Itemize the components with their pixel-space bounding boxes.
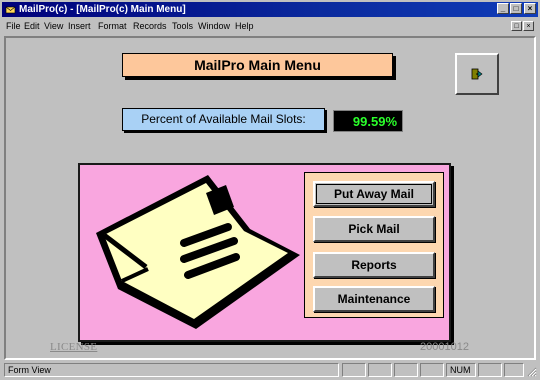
menu-tools[interactable]: Tools [172,18,193,35]
restore-button[interactable]: □ [510,3,522,14]
menu-help[interactable]: Help [235,18,254,35]
menu-insert[interactable]: Insert [68,18,91,35]
maintenance-button[interactable]: Maintenance [313,286,435,312]
status-cell-6 [504,363,524,377]
menu-file[interactable]: File [6,18,21,35]
minimize-button[interactable]: _ [497,3,509,14]
door-exit-icon [471,68,483,80]
status-cell-1 [342,363,366,377]
exit-button[interactable] [455,53,499,95]
percent-slots-label: Percent of Available Mail Slots: [122,108,325,131]
status-cell-3 [394,363,418,377]
status-num-indicator: NUM [446,363,476,377]
reports-button[interactable]: Reports [313,252,435,278]
menu-records[interactable]: Records [133,18,167,35]
mailpro-window: MailPro(c) - [MailPro(c) Main Menu] _ □ … [0,0,540,380]
status-cell-4 [420,363,444,377]
status-cell-2 [368,363,392,377]
license-link[interactable]: LICENSE [50,341,97,353]
envelope-icon [96,175,300,329]
title-bar[interactable]: MailPro(c) - [MailPro(c) Main Menu] _ □ … [2,2,538,17]
status-mode: Form View [4,363,339,377]
close-button[interactable]: × [524,3,536,14]
app-icon [5,6,16,14]
menu-edit[interactable]: Edit [24,18,40,35]
put-away-mail-button[interactable]: Put Away Mail [313,181,435,207]
pick-mail-button[interactable]: Pick Mail [313,216,435,242]
menu-view[interactable]: View [44,18,63,35]
window-title: MailPro(c) - [MailPro(c) Main Menu] [19,4,186,15]
menu-bar: File Edit View Insert Format Records Too… [2,18,538,35]
doc-close-button[interactable]: × [523,21,534,31]
form-title: MailPro Main Menu [122,53,393,77]
action-button-group: Put Away Mail Pick Mail Reports Maintena… [304,172,444,318]
percent-slots-value: 99.59% [333,110,403,132]
status-bar: Form View NUM [2,362,538,378]
menu-window[interactable]: Window [198,18,230,35]
menu-format[interactable]: Format [98,18,127,35]
doc-restore-button[interactable]: □ [511,21,522,31]
version-label: 20001012 [420,341,469,353]
resize-grip-icon[interactable] [525,365,537,377]
status-cell-5 [478,363,502,377]
